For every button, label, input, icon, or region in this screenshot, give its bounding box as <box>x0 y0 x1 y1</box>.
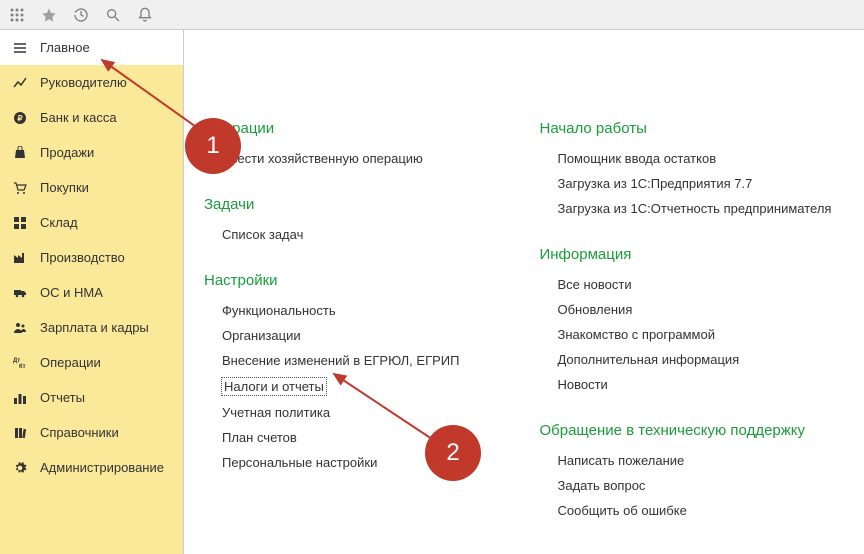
section-settings[interactable]: Настройки <box>204 272 459 289</box>
sidebar-item-label: Производство <box>40 250 125 265</box>
column-right: Начало работы Помощник ввода остатков За… <box>539 120 831 534</box>
annotation-circle-2: 2 <box>425 425 481 481</box>
sidebar-item-label: Справочники <box>40 425 119 440</box>
search-icon[interactable] <box>104 6 122 24</box>
section-information[interactable]: Информация <box>539 246 831 263</box>
link-task-list[interactable]: Список задач <box>222 227 459 242</box>
link-organizations[interactable]: Организации <box>222 328 459 343</box>
sidebar-item-purchases[interactable]: Покупки <box>0 170 183 205</box>
sidebar-item-label: Отчеты <box>40 390 85 405</box>
truck-icon <box>12 285 28 301</box>
bag-icon <box>12 145 28 161</box>
link-ask-question[interactable]: Задать вопрос <box>557 478 831 493</box>
link-egrul[interactable]: Внесение изменений в ЕГРЮЛ, ЕГРИП <box>222 353 459 368</box>
svg-text:₽: ₽ <box>17 114 22 123</box>
people-icon <box>12 320 28 336</box>
gear-icon <box>12 460 28 476</box>
annotation-label: 1 <box>206 132 219 160</box>
apps-icon[interactable] <box>8 6 26 24</box>
link-about-program[interactable]: Знакомство с программой <box>557 327 831 342</box>
link-enter-operation[interactable]: Ввести хозяйственную операцию <box>222 151 459 166</box>
sidebar-item-label: Покупки <box>40 180 89 195</box>
link-functionality[interactable]: Функциональность <box>222 303 459 318</box>
history-icon[interactable] <box>72 6 90 24</box>
cart-icon <box>12 180 28 196</box>
boxes-icon <box>12 215 28 231</box>
sidebar-item-label: Продажи <box>40 145 94 160</box>
sidebar-item-reports[interactable]: Отчеты <box>0 380 183 415</box>
link-news[interactable]: Новости <box>557 377 831 392</box>
annotation-circle-1: 1 <box>185 118 241 174</box>
bars-icon <box>12 390 28 406</box>
section-tasks[interactable]: Задачи <box>204 196 459 213</box>
link-updates[interactable]: Обновления <box>557 302 831 317</box>
sidebar-item-assets[interactable]: ОС и НМА <box>0 275 183 310</box>
sidebar-item-warehouse[interactable]: Склад <box>0 205 183 240</box>
sidebar-item-label: Банк и касса <box>40 110 117 125</box>
sidebar-item-label: ОС и НМА <box>40 285 103 300</box>
section-getting-started[interactable]: Начало работы <box>539 120 831 137</box>
link-write-wish[interactable]: Написать пожелание <box>557 453 831 468</box>
books-icon <box>12 425 28 441</box>
sidebar-item-label: Склад <box>40 215 78 230</box>
factory-icon <box>12 250 28 266</box>
sidebar-item-label: Операции <box>40 355 101 370</box>
sidebar-item-production[interactable]: Производство <box>0 240 183 275</box>
sidebar-item-sales[interactable]: Продажи <box>0 135 183 170</box>
annotation-label: 2 <box>446 439 459 467</box>
section-support[interactable]: Обращение в техническую поддержку <box>539 422 831 439</box>
link-taxes-reports[interactable]: Налоги и отчеты <box>222 378 326 395</box>
link-additional-info[interactable]: Дополнительная информация <box>557 352 831 367</box>
sidebar-item-main[interactable]: Главное <box>0 30 183 65</box>
link-chart-accounts[interactable]: План счетов <box>222 430 459 445</box>
section-operations[interactable]: Операции <box>204 120 459 137</box>
sidebar-item-manager[interactable]: Руководителю <box>0 65 183 100</box>
link-all-news[interactable]: Все новости <box>557 277 831 292</box>
link-accounting-policy[interactable]: Учетная политика <box>222 405 459 420</box>
bell-icon[interactable] <box>136 6 154 24</box>
column-left: Операции Ввести хозяйственную операцию З… <box>204 120 459 534</box>
star-icon[interactable] <box>40 6 58 24</box>
chart-up-icon <box>12 75 28 91</box>
ruble-icon: ₽ <box>12 110 28 126</box>
link-report-error[interactable]: Сообщить об ошибке <box>557 503 831 518</box>
sidebar-item-bank[interactable]: ₽ Банк и касса <box>0 100 183 135</box>
top-toolbar <box>0 0 864 30</box>
menu-icon <box>12 40 28 56</box>
sidebar-item-references[interactable]: Справочники <box>0 415 183 450</box>
sidebar-item-payroll[interactable]: Зарплата и кадры <box>0 310 183 345</box>
link-balance-helper[interactable]: Помощник ввода остатков <box>557 151 831 166</box>
svg-text:Кт: Кт <box>19 364 26 369</box>
link-load-77[interactable]: Загрузка из 1С:Предприятия 7.7 <box>557 176 831 191</box>
link-personal-settings[interactable]: Персональные настройки <box>222 455 459 470</box>
sidebar-item-label: Зарплата и кадры <box>40 320 149 335</box>
link-load-reporting[interactable]: Загрузка из 1С:Отчетность предпринимател… <box>557 201 831 216</box>
sidebar-item-operations[interactable]: ДтКт Операции <box>0 345 183 380</box>
sidebar-item-label: Главное <box>40 40 90 55</box>
sidebar-item-admin[interactable]: Администрирование <box>0 450 183 485</box>
sidebar: Главное Руководителю ₽ Банк и касса Прод… <box>0 30 184 554</box>
dtkt-icon: ДтКт <box>12 355 28 371</box>
main-content: Операции Ввести хозяйственную операцию З… <box>184 30 864 554</box>
sidebar-item-label: Администрирование <box>40 460 164 475</box>
sidebar-item-label: Руководителю <box>40 75 127 90</box>
